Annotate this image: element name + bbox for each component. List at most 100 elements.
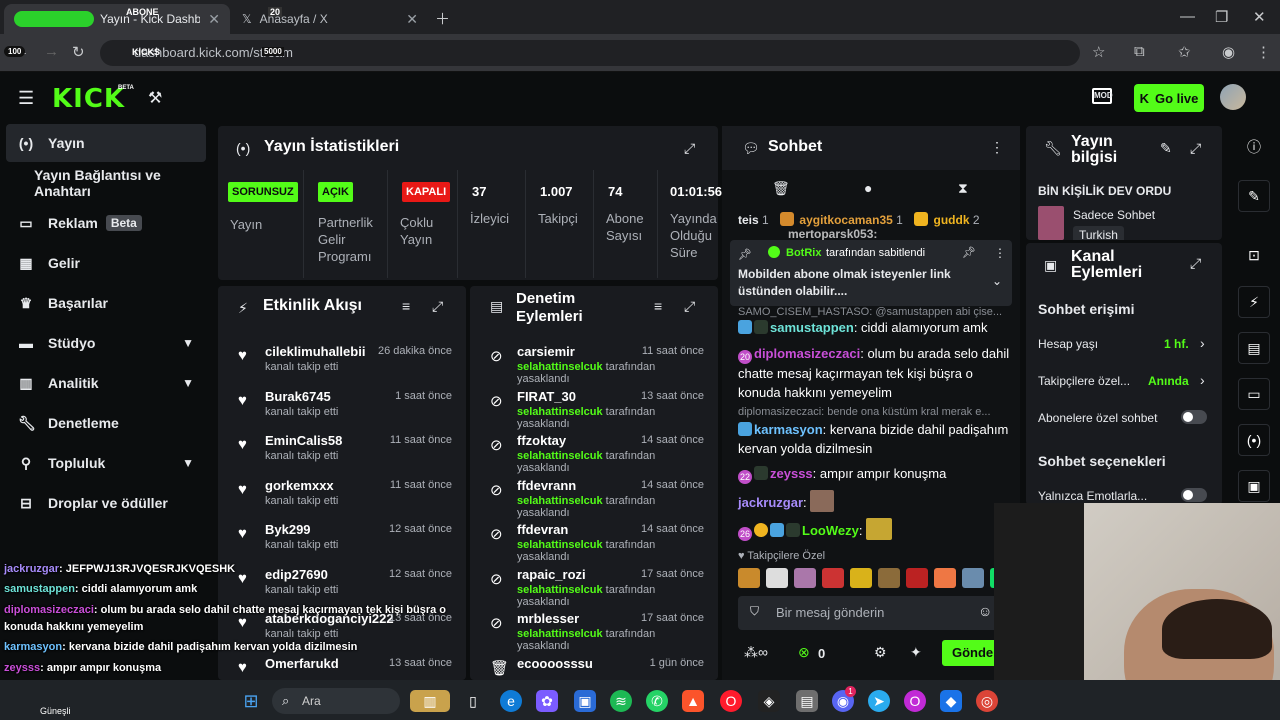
copilot-icon[interactable]: ✿ xyxy=(536,690,558,712)
sidebar-item-reklam[interactable]: ▭ Reklam Beta xyxy=(6,204,206,242)
info-icon[interactable]: ⓘ xyxy=(1238,131,1270,163)
spotify-icon[interactable]: ≋ xyxy=(610,690,632,712)
avatar[interactable] xyxy=(1220,84,1246,110)
more-options-icon[interactable]: ⋮ xyxy=(990,139,1004,156)
taskbar-search[interactable]: ⌕ Ara xyxy=(272,688,400,714)
maximize-icon[interactable]: ❐ xyxy=(1215,8,1228,26)
mod-view-icon[interactable]: MOD xyxy=(1092,88,1113,104)
trash-icon[interactable]: 🗑︎ xyxy=(772,180,790,197)
popout-icon[interactable]: ⤢ xyxy=(684,140,695,157)
document-icon[interactable]: ▤ xyxy=(1238,332,1270,364)
chevron-right-icon[interactable]: › xyxy=(1200,335,1205,351)
list-item[interactable]: ♥ Omerfarukd 13 saat önce xyxy=(230,654,452,681)
list-item[interactable]: ♥ EminCalis58 kanalı takip etti 11 saat önc… xyxy=(230,431,452,475)
opera-icon[interactable]: O xyxy=(720,690,742,712)
tab-x-home[interactable]: 𝕏 Anasayfa / X ✕ xyxy=(232,4,428,34)
popout-icon[interactable]: ⤢ xyxy=(1190,140,1201,157)
chevron-down-icon[interactable]: ⌄ xyxy=(992,274,1002,288)
sidebar-item-gelir[interactable]: ▦ Gelir xyxy=(6,244,206,282)
puzzle-icon[interactable]: ✦ xyxy=(910,644,922,661)
list-item[interactable]: ⊘ ffdevran selahattinselcuk tarafından yas… xyxy=(482,520,704,564)
list-item[interactable]: ♥ Burak6745 kanalı takip etti 1 saat önce xyxy=(230,387,452,431)
broadcast-icon[interactable]: (•) xyxy=(1238,424,1270,456)
minimize-icon[interactable]: — xyxy=(1180,8,1195,25)
sidebar-item-basarilar[interactable]: ♛ Başarılar xyxy=(6,284,206,322)
sidebar-item-topluluk[interactable]: ⚲ Topluluk ▼ xyxy=(6,444,206,482)
close-window-icon[interactable]: ✕ xyxy=(1253,8,1266,26)
capture-icon[interactable]: ⊡ xyxy=(1238,239,1270,271)
brave-icon[interactable]: ▲ xyxy=(682,690,704,712)
sidebar-item-analitik[interactable]: ▥ Analitik ▼ xyxy=(6,364,206,402)
tab-kick-dashboard[interactable]: Yayın - Kick Dashboard ✕ xyxy=(4,4,230,34)
emote-icon[interactable] xyxy=(934,568,956,588)
channel-actions-icon[interactable]: ▣ xyxy=(1238,470,1270,502)
opera-gx-icon[interactable]: O xyxy=(904,690,926,712)
edit-pencil-icon[interactable]: ✎ xyxy=(1238,180,1270,212)
hourglass-icon[interactable]: ⧗ xyxy=(958,180,968,197)
sidebar-item-yayin[interactable]: (•) Yayın xyxy=(6,124,206,162)
whatsapp-icon[interactable]: ✆ xyxy=(646,690,668,712)
filter-icon[interactable]: ≡ xyxy=(654,298,662,314)
chat-bubble-icon[interactable]: ▭ xyxy=(1238,378,1270,410)
list-item[interactable]: ⊘ ffdevrann selahattinselcuk tarafından ya… xyxy=(482,476,704,520)
pinned-message[interactable]: 📌︎ BotRix tarafından sabitlendi 📌︎ ⋮ Mob… xyxy=(730,240,1012,306)
settings-gear-icon[interactable]: ⚙ xyxy=(874,644,887,661)
emotes-only-toggle[interactable] xyxy=(1181,488,1207,502)
filter-icon[interactable]: ≡ xyxy=(402,298,410,314)
widget-icon[interactable]: ▥ xyxy=(410,690,450,712)
emote-icon[interactable] xyxy=(738,568,760,588)
hammer-icon[interactable]: ⚒ xyxy=(148,88,162,108)
emote-icon[interactable] xyxy=(962,568,984,588)
menu-icon[interactable]: ⋮ xyxy=(1256,43,1271,61)
app-icon[interactable]: ◆ xyxy=(940,690,962,712)
favorites-icon[interactable]: ✩ xyxy=(1178,43,1191,61)
list-item[interactable]: ♥ Byk299 kanalı takip etti 12 saat önce xyxy=(230,520,452,564)
emote-icon[interactable] xyxy=(878,568,900,588)
edge-icon[interactable]: e xyxy=(500,690,522,712)
extensions-icon[interactable]: ⧉ xyxy=(1134,43,1145,60)
forward-icon[interactable]: → xyxy=(44,43,59,60)
list-item[interactable]: 🗑︎ ecoooosssu 1 gün önce xyxy=(482,654,704,681)
list-item[interactable]: ♥ gorkemxxx kanalı takip etti 11 saat önce xyxy=(230,476,452,520)
new-tab-icon[interactable]: ＋ xyxy=(435,8,450,29)
bookmark-star-icon[interactable]: ☆ xyxy=(1092,43,1105,61)
list-item[interactable]: ⊘ FIRAT_30 selahattinselcuk tarafından yas… xyxy=(482,387,704,431)
chrome-icon[interactable]: ◎ xyxy=(976,690,998,712)
sidebar-item-stream-key[interactable]: Yayın Bağlantısı ve Anahtarı xyxy=(6,164,206,202)
reload-icon[interactable]: ↻ xyxy=(72,43,85,61)
subs-only-toggle[interactable] xyxy=(1181,410,1207,424)
emote-icon[interactable] xyxy=(822,568,844,588)
users-icon[interactable]: ⁂∞ xyxy=(744,644,768,661)
profile-icon[interactable]: ◉ xyxy=(1222,43,1235,61)
chat-bubble-icon[interactable]: ● xyxy=(864,180,872,196)
go-live-button[interactable]: K Go live xyxy=(1134,84,1204,112)
list-item[interactable]: ♥ edip27690 kanalı takip etti 12 saat önce xyxy=(230,565,452,609)
popout-icon[interactable]: ⤢ xyxy=(684,298,695,315)
category-thumbnail[interactable] xyxy=(1038,206,1064,240)
popout-icon[interactable]: ⤢ xyxy=(432,298,443,315)
list-item[interactable]: ⊘ rapaic_rozi selahattinselcuk tarafından … xyxy=(482,565,704,609)
chevron-right-icon[interactable]: › xyxy=(1200,372,1205,388)
kicks-icon[interactable]: ⊗ xyxy=(798,644,810,661)
emote-icon[interactable] xyxy=(766,568,788,588)
game-app-icon[interactable]: ◈ xyxy=(758,690,780,712)
kick-logo[interactable]: KICK xyxy=(52,84,125,114)
sidebar-item-studyo[interactable]: ▬ Stüdyo ▼ xyxy=(6,324,206,362)
telegram-icon[interactable]: ➤ xyxy=(868,690,890,712)
emote-icon[interactable] xyxy=(906,568,928,588)
list-item[interactable]: ⊘ carsiemir selahattinselcuk tarafından ya… xyxy=(482,342,704,386)
edit-pencil-icon[interactable]: ✎ xyxy=(1160,140,1172,157)
list-item[interactable]: ♥ cileklimuhallebii kanalı takip etti 26 da… xyxy=(230,342,452,386)
unpin-icon[interactable]: 📌︎ xyxy=(962,246,976,259)
sidebar-item-denetleme[interactable]: 🔧︎ Denetleme xyxy=(6,404,206,442)
emoji-icon[interactable]: ☺ xyxy=(978,603,992,619)
emote-icon[interactable] xyxy=(794,568,816,588)
list-item[interactable]: ⊘ ffzoktay selahattinselcuk tarafından yas… xyxy=(482,431,704,475)
emote-icon[interactable] xyxy=(850,568,872,588)
close-icon[interactable]: ✕ xyxy=(406,11,418,28)
close-icon[interactable]: ✕ xyxy=(208,11,220,28)
hamburger-menu-icon[interactable]: ☰ xyxy=(18,88,34,109)
list-item[interactable]: ⊘ mrblesser selahattinselcuk tarafından ya… xyxy=(482,609,704,653)
task-view-icon[interactable]: ▯ xyxy=(462,690,484,712)
sidebar-item-droplar[interactable]: ⊟ Droplar ve ödüller xyxy=(6,484,206,522)
